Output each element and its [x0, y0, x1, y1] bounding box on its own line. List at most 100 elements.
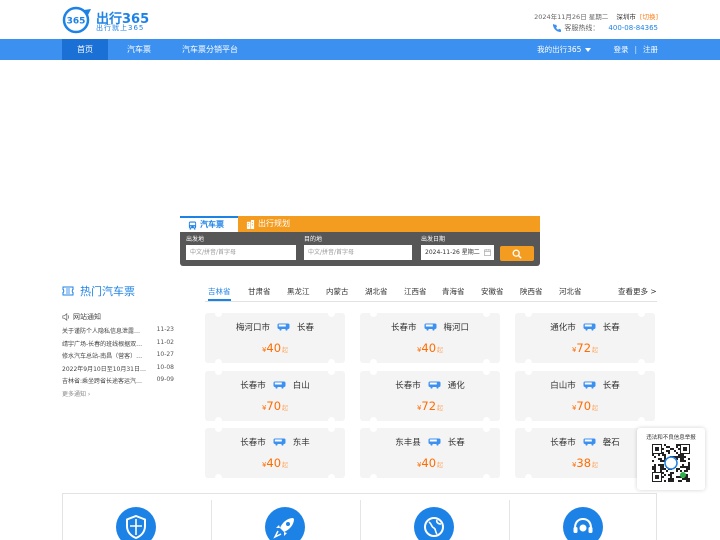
- city-switch-link[interactable]: [切换]: [640, 13, 658, 21]
- route-to: 白山: [292, 381, 310, 391]
- province-tabs: 吉林省 甘肃省 黑龙江 内蒙古 湖北省 江西省 青海省 安徽省 陕西省 河北省: [205, 284, 595, 302]
- register-link[interactable]: 注册: [643, 39, 658, 60]
- notice-item[interactable]: 靖宇广场-长春的班线根据双… 11-02: [62, 339, 174, 349]
- route-price: ¥40起: [205, 456, 345, 472]
- province-tab[interactable]: 吉林省: [208, 284, 231, 301]
- login-link[interactable]: 登录: [613, 39, 628, 60]
- route-line: 长春市 东丰: [205, 436, 345, 448]
- notice-item[interactable]: 2022年9月10日至10月31日… 10-08: [62, 364, 174, 374]
- card-notch: [328, 368, 335, 375]
- route-line: 通化市 长春: [515, 321, 655, 333]
- route-card[interactable]: 长春市 东丰 ¥40起: [205, 425, 345, 481]
- notice-item-text: 关于谨防个人隐私信息泄露…: [62, 328, 141, 335]
- route-card[interactable]: 长春市 通化 ¥72起: [360, 368, 500, 424]
- logo-mark-icon: 365: [62, 6, 91, 34]
- tab-trip-planning[interactable]: 出行规划: [238, 216, 540, 232]
- notice-item-date: 10-27: [156, 351, 174, 358]
- search-icon: [512, 249, 522, 259]
- nav-item-distribution[interactable]: 汽车票分销平台: [172, 39, 248, 60]
- globe-icon: [414, 507, 454, 540]
- route-to: 长春: [297, 323, 315, 333]
- to-field: 目的地 中文/拼音/首字母: [304, 235, 412, 260]
- tab-bus-ticket-label: 汽车票: [200, 220, 224, 229]
- route-line: 白山市 长春: [515, 379, 655, 391]
- route-card[interactable]: 长春市 磐石 ¥38起: [515, 425, 655, 481]
- notice-item-text: 修水汽车总站-南昌（营客）…: [62, 353, 143, 360]
- route-price: ¥70起: [205, 399, 345, 415]
- notice-item-text: 吉林省:乘坐跨省长途客运汽…: [62, 378, 143, 385]
- province-tab[interactable]: 河北省: [559, 284, 582, 301]
- tab-bus-ticket[interactable]: 汽车票: [180, 216, 238, 232]
- price-value: 70: [266, 399, 282, 413]
- notice-item[interactable]: 关于谨防个人隐私信息泄露… 11-23: [62, 326, 174, 336]
- date-input[interactable]: 2024-11-26 星期二: [421, 245, 494, 260]
- route-price: ¥40起: [360, 456, 500, 472]
- province-tab[interactable]: 湖北省: [365, 284, 388, 301]
- province-tab[interactable]: 陕西省: [520, 284, 543, 301]
- nav-item-bus-tickets[interactable]: 汽车票: [116, 39, 162, 60]
- route-card[interactable]: 通化市 长春 ¥72起: [515, 310, 655, 366]
- card-notch: [370, 417, 377, 424]
- route-to: 长春: [447, 438, 465, 448]
- route-card[interactable]: 长春市 白山 ¥70起: [205, 368, 345, 424]
- my-account-menu[interactable]: 我的出行365: [537, 39, 592, 60]
- feature-divider: [360, 500, 361, 540]
- route-price: ¥40起: [205, 341, 345, 357]
- card-notch: [638, 359, 645, 366]
- from-input[interactable]: 中文/拼音/首字母: [186, 245, 296, 260]
- province-tab[interactable]: 甘肃省: [248, 284, 271, 301]
- price-value: 70: [576, 399, 592, 413]
- building-icon: [246, 219, 255, 229]
- site-logo[interactable]: 365 出行365 出行就上365: [62, 6, 149, 34]
- route-card[interactable]: 东丰县 长春 ¥40起: [360, 425, 500, 481]
- current-date: 2024年11月26日 星期二: [534, 13, 609, 21]
- header-date-city: 2024年11月26日 星期二 深圳市 [切换]: [534, 11, 658, 21]
- to-input[interactable]: 中文/拼音/首字母: [304, 245, 412, 260]
- route-from: 白山市: [550, 381, 576, 391]
- card-notch: [638, 417, 645, 424]
- notice-item[interactable]: 修水汽车总站-南昌（营客）… 10-27: [62, 351, 174, 361]
- route-card[interactable]: 白山市 长春 ¥70起: [515, 368, 655, 424]
- price-value: 72: [421, 399, 437, 413]
- notice-title: 网站通知: [62, 312, 101, 322]
- hotline: 客服热线： 400-08-84365: [553, 23, 658, 33]
- bus-icon: [424, 323, 436, 331]
- notice-item-date: 10-08: [156, 364, 174, 371]
- shield-icon: [116, 507, 156, 540]
- price-suffix: 起: [437, 347, 444, 354]
- route-card[interactable]: 梅河口市 长春 ¥40起: [205, 310, 345, 366]
- province-tab[interactable]: 内蒙古: [326, 284, 349, 301]
- hotline-number: 400-08-84365: [608, 24, 658, 32]
- card-notch: [370, 359, 377, 366]
- price-value: 38: [576, 456, 592, 470]
- date-field: 出发日期 2024-11-26 星期二: [421, 235, 494, 260]
- card-notch: [328, 425, 335, 432]
- price-value: 40: [266, 341, 282, 355]
- card-notch: [483, 359, 490, 366]
- more-notices-link[interactable]: 更多通知 ›: [62, 389, 90, 398]
- province-tab[interactable]: 江西省: [404, 284, 427, 301]
- province-tab[interactable]: 安徽省: [481, 284, 504, 301]
- route-from: 通化市: [550, 323, 576, 333]
- search-button[interactable]: [500, 246, 534, 261]
- card-notch: [638, 368, 645, 375]
- report-qr-panel[interactable]: 违法和不良信息举报: [637, 428, 705, 490]
- route-card[interactable]: 长春市 梅河口 ¥40起: [360, 310, 500, 366]
- route-line: 长春市 磐石: [515, 436, 655, 448]
- notice-item-date: 11-02: [156, 339, 174, 346]
- hot-tickets-title: 热门汽车票: [62, 283, 135, 299]
- card-notch: [370, 310, 377, 317]
- route-price: ¥70起: [515, 399, 655, 415]
- notice-item[interactable]: 吉林省:乘坐跨省长途客运汽… 09-09: [62, 376, 174, 386]
- view-more-link[interactable]: 查看更多 >: [618, 286, 657, 297]
- price-value: 72: [576, 341, 592, 355]
- route-line: 东丰县 长春: [360, 436, 500, 448]
- province-tab[interactable]: 黑龙江: [287, 284, 310, 301]
- nav-item-home[interactable]: 首页: [62, 39, 108, 60]
- card-notch: [525, 359, 532, 366]
- bus-icon: [428, 381, 441, 389]
- province-tab[interactable]: 青海省: [442, 284, 465, 301]
- price-value: 40: [421, 456, 437, 470]
- route-from: 长春市: [395, 381, 421, 391]
- route-line: 梅河口市 长春: [205, 321, 345, 333]
